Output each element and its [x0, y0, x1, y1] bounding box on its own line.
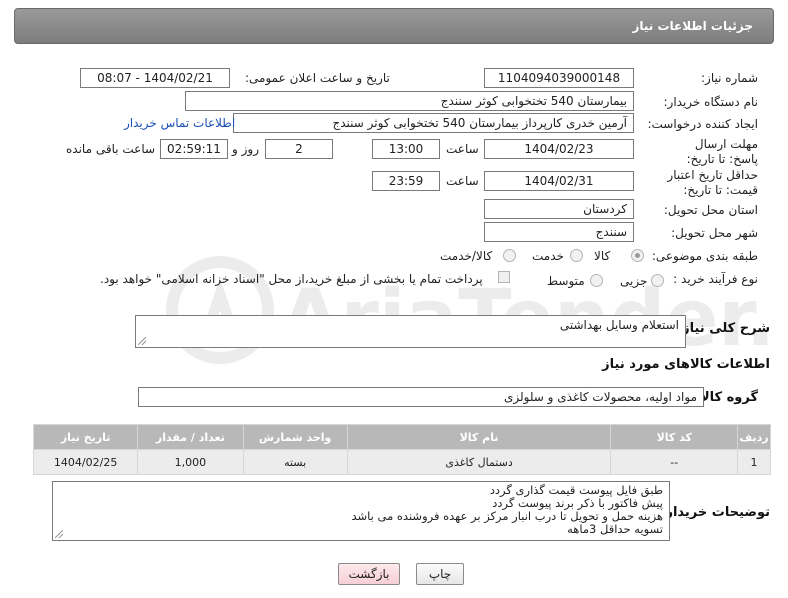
cell-qty: 1,000: [137, 449, 244, 475]
deadline-date-field: 1404/02/23: [484, 139, 634, 159]
requester-field: آرمین خدری کارپرداز بیمارستان 540 تختخوا…: [233, 113, 634, 133]
cell-row: 1: [737, 449, 771, 475]
category-goods-radio[interactable]: [631, 249, 644, 262]
deadline-time-label: ساعت: [446, 142, 479, 156]
buyer-contact-link[interactable]: اطلاعات تماس خریدار: [124, 116, 235, 130]
header-panel: جزئیات اطلاعات نیاز: [14, 8, 774, 44]
process-medium-label: متوسط: [547, 274, 585, 288]
col-name: نام کالا: [346, 424, 612, 450]
category-goods-service-radio[interactable]: [503, 249, 516, 262]
col-code: کد کالا: [610, 424, 739, 450]
col-unit: واحد شمارش: [242, 424, 348, 450]
deadline-label: مهلت ارسال پاسخ: تا تاریخ:: [686, 137, 758, 166]
cell-code: --: [610, 449, 739, 475]
treasury-checkbox[interactable]: [498, 271, 510, 283]
col-date: تاریخ نیاز: [32, 424, 139, 450]
buyer-org-label: نام دستگاه خریدار:: [663, 95, 759, 109]
need-number-label: شماره نیاز:: [701, 71, 758, 85]
treasury-note: پرداخت تمام یا بخشی از مبلغ خرید،از محل …: [100, 272, 483, 286]
goods-table-header: ردیف کد کالا نام کالا واحد شمارش تعداد /…: [32, 424, 771, 450]
col-qty: تعداد / مقدار: [137, 424, 244, 450]
goods-group-field: مواد اولیه، محصولات کاغذی و سلولزی: [138, 387, 704, 407]
description-label: شرح کلی نیاز:: [676, 321, 770, 336]
province-field: کردستان: [484, 199, 634, 219]
category-label: طبقه بندی موضوعی:: [651, 249, 758, 263]
col-row: ردیف: [737, 424, 771, 450]
process-medium-radio[interactable]: [590, 274, 603, 287]
remaining-time-label: ساعت باقی مانده: [66, 142, 156, 156]
validity-date-field: 1404/02/31: [484, 171, 634, 191]
category-goods-label: کالا: [594, 249, 611, 263]
validity-time-field: 23:59: [372, 171, 440, 191]
province-label: استان محل تحویل:: [663, 203, 758, 217]
validity-label: حداقل تاریخ اعتبار قیمت: تا تاریخ:: [667, 168, 758, 197]
need-number-field: 1104094039000148: [484, 68, 634, 88]
category-service-label: خدمت: [532, 249, 564, 263]
announce-datetime-field: 1404/02/21 - 08:07: [80, 68, 230, 88]
table-row[interactable]: 1 -- دستمال کاغذی بسته 1,000 1404/02/25: [32, 449, 771, 475]
goods-table: ردیف کد کالا نام کالا واحد شمارش تعداد /…: [32, 424, 771, 475]
description-field[interactable]: استعلام وسایل بهداشتی: [135, 315, 686, 348]
goods-group-label: گروه کالا:: [694, 390, 758, 405]
print-button[interactable]: چاپ: [416, 563, 464, 585]
cell-date: 1404/02/25: [32, 449, 139, 475]
goods-section-title: اطلاعات کالاهای مورد نیاز: [602, 357, 770, 372]
cell-name: دستمال کاغذی: [346, 449, 612, 475]
resize-grip-icon[interactable]: [55, 530, 63, 538]
deadline-days-label: روز و: [232, 142, 259, 156]
city-label: شهر محل تحویل:: [671, 226, 758, 240]
category-goods-service-label: کالا/خدمت: [440, 249, 493, 263]
resize-grip-icon[interactable]: [138, 337, 146, 345]
process-minor-radio[interactable]: [651, 274, 664, 287]
description-text: استعلام وسایل بهداشتی: [559, 318, 679, 332]
back-button[interactable]: بازگشت: [338, 563, 400, 585]
category-service-radio[interactable]: [570, 249, 583, 262]
process-minor-label: جزیی: [620, 274, 648, 288]
deadline-days-field: 2: [265, 139, 333, 159]
validity-time-label: ساعت: [446, 174, 479, 188]
requester-label: ایجاد کننده درخواست:: [647, 117, 758, 131]
buyer-notes-label: توضیحات خریدار:: [660, 505, 770, 520]
buyer-note-line: تسویه حداقل 3ماهه: [567, 522, 663, 536]
cell-unit: بسته: [242, 449, 348, 475]
deadline-time-field: 13:00: [372, 139, 440, 159]
page-title: جزئیات اطلاعات نیاز: [632, 19, 753, 33]
buyer-org-field: بیمارستان 540 تختخوابی کوثر سنندج: [185, 91, 634, 111]
process-label: نوع فرآیند خرید :: [673, 272, 758, 286]
remaining-time-field: 02:59:11: [160, 139, 228, 159]
announce-datetime-label: تاریخ و ساعت اعلان عمومی:: [245, 71, 390, 85]
buyer-notes-field[interactable]: طبق فایل پیوست قیمت گذاری گردد پیش فاکتو…: [52, 481, 670, 541]
city-field: سنندج: [484, 222, 634, 242]
